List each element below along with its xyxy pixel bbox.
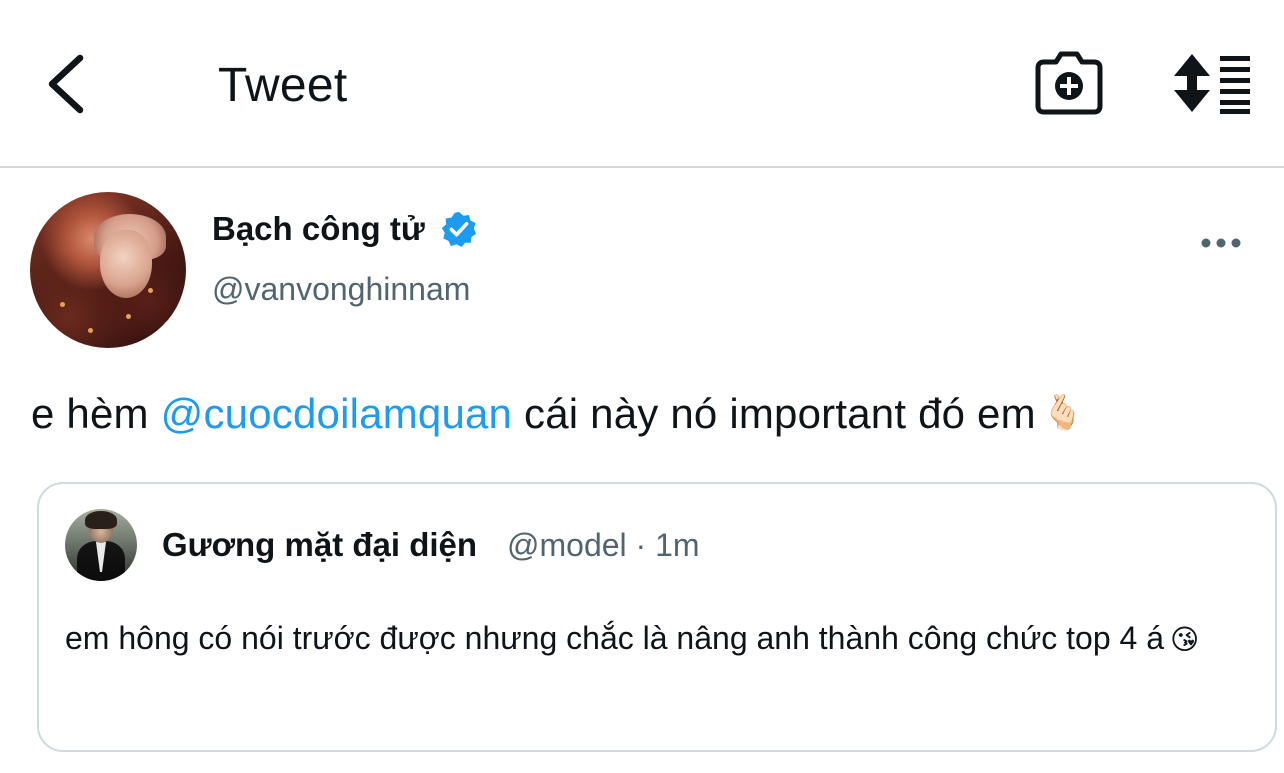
quoted-text-body: em hông có nói trước được nhưng chắc là … [65,620,1164,656]
page-title: Tweet [218,59,348,112]
tweet: Bạch công tử @vanvonghinnam e hèm @cuocd… [0,170,1284,773]
more-options-button[interactable] [1196,230,1246,256]
meta-separator: · [635,527,647,563]
tweet-text: e hèm @cuocdoilamquan cái này nó importa… [31,390,1084,438]
author-name[interactable]: Bạch công tử [212,210,425,248]
finger-heart-emoji: 🫰🏻 [1041,394,1085,432]
author-avatar[interactable] [30,192,186,348]
tweet-text-after: cái này nó important đó em [512,390,1036,437]
quoted-tweet-card[interactable]: Gương mặt đại diện @model · 1m em hông c… [37,482,1277,752]
back-arrow-icon [48,54,84,114]
camera-button[interactable] [1034,50,1104,116]
quoted-tweet-text: em hông có nói trước được nhưng chắc là … [65,612,1245,666]
quoted-author-avatar[interactable] [65,509,137,581]
kiss-emoji: 😘 [1170,624,1200,655]
back-button[interactable] [40,52,96,116]
tweet-text-before: e hèm [31,390,161,437]
sort-arrows-icon [1174,54,1250,114]
camera-add-icon [1035,51,1103,115]
mention-link[interactable]: @cuocdoilamquan [161,390,513,437]
quoted-time: 1m [655,527,700,563]
quoted-author-name: Gương mặt đại diện [162,526,478,563]
top-bar: Tweet [0,0,1284,168]
verified-badge-icon [441,211,477,248]
sort-button[interactable] [1170,52,1254,114]
quoted-meta: @model · 1m [507,527,700,564]
quoted-author-handle: @model [507,527,627,563]
author-handle[interactable]: @vanvonghinnam [212,271,470,308]
ellipsis-icon [1201,238,1241,248]
